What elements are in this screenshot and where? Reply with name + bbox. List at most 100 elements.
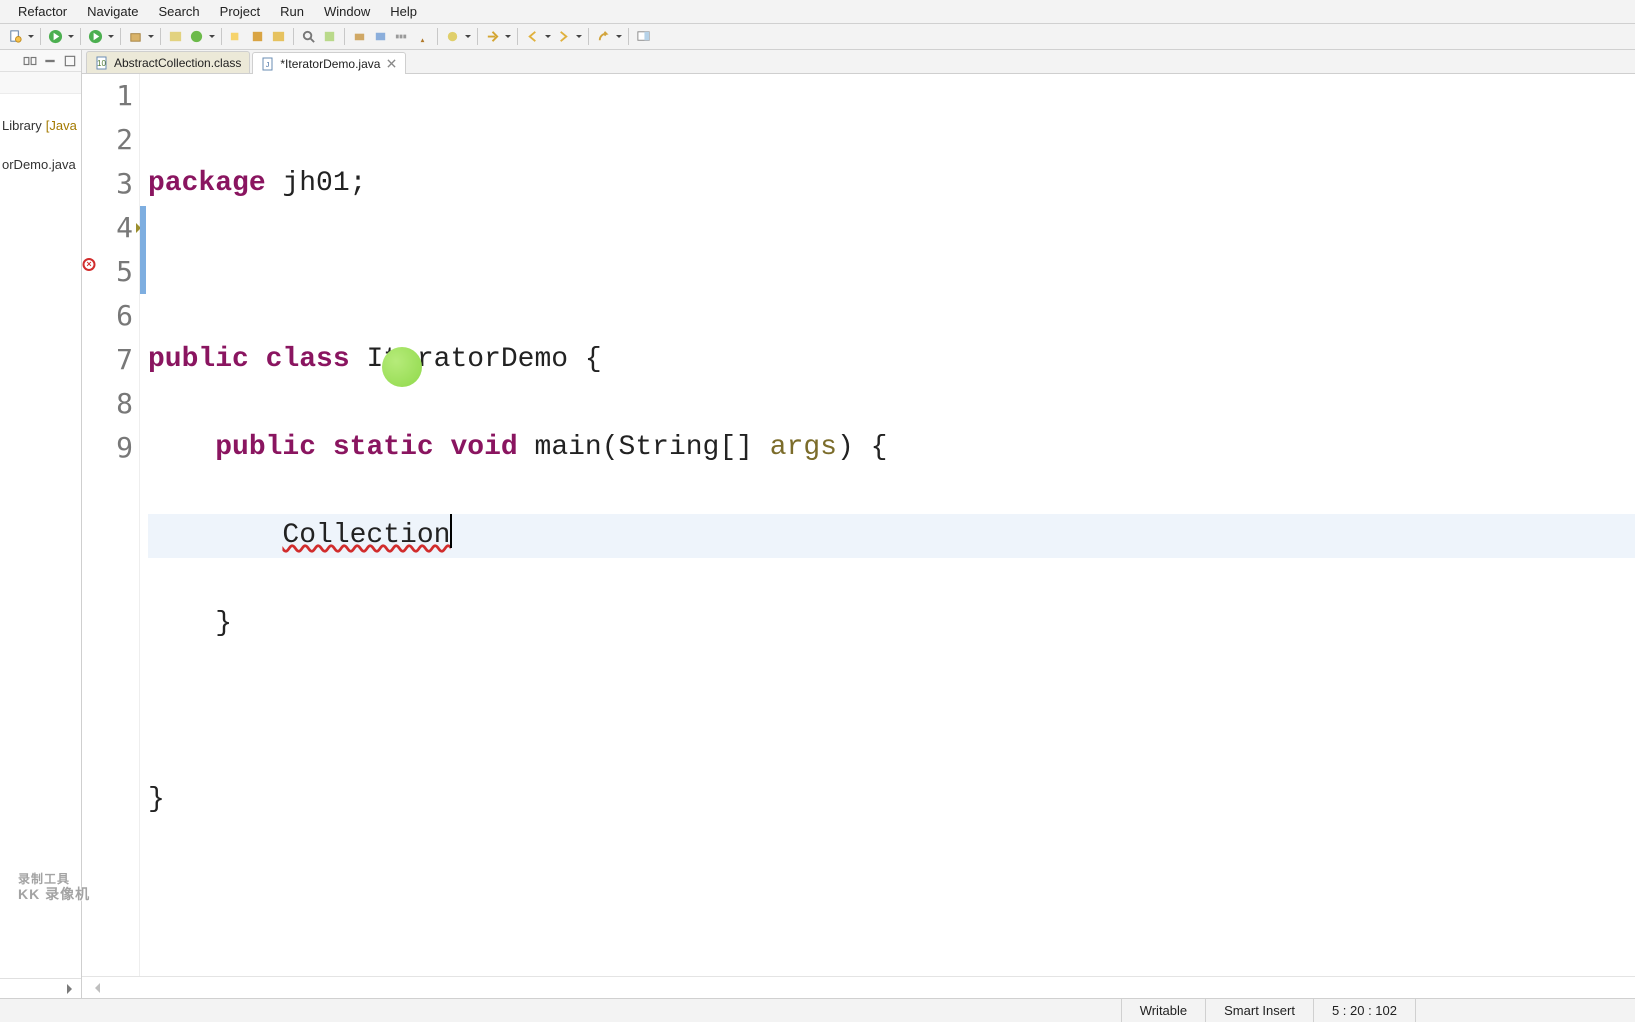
status-insert-mode[interactable]: Smart Insert	[1205, 999, 1313, 1022]
menu-refactor[interactable]: Refactor	[8, 1, 77, 22]
step-button[interactable]	[483, 27, 502, 46]
java-file-icon: J	[261, 57, 275, 71]
toolbar-separator	[80, 28, 81, 45]
status-cursor-position: 5 : 20 : 102	[1313, 999, 1415, 1022]
link-with-editor-icon[interactable]	[23, 54, 37, 68]
toolbar-separator	[120, 28, 121, 45]
new-class-button[interactable]	[166, 27, 185, 46]
nav-back-dropdown[interactable]	[544, 27, 552, 46]
line-number-gutter[interactable]: 1 2 3 4 5 6 7 8 9	[96, 74, 140, 976]
package-explorer: Library [Java orDemo.java	[0, 50, 82, 998]
tab-abstract-collection[interactable]: 10 AbstractCollection.class	[86, 51, 250, 73]
scroll-left-icon	[90, 983, 100, 993]
change-marker	[140, 206, 146, 294]
code-text: }	[148, 608, 232, 639]
new-package-dropdown[interactable]	[147, 27, 155, 46]
code-text	[148, 520, 282, 551]
code-area[interactable]: package jh01; public class IteratorDemo …	[140, 74, 1635, 976]
status-writable[interactable]: Writable	[1121, 999, 1205, 1022]
cursor-highlight-dot	[382, 347, 422, 387]
scroll-right-icon	[67, 984, 77, 994]
main-toolbar	[0, 24, 1635, 50]
package-explorer-scroll[interactable]	[0, 978, 81, 998]
tab-label: AbstractCollection.class	[114, 56, 241, 70]
debug-run-dropdown[interactable]	[107, 27, 115, 46]
keyword: public	[215, 432, 316, 463]
skip-breakpoints-dropdown[interactable]	[464, 27, 472, 46]
code-editor[interactable]: 1 2 3 4 5 6 7 8 9 package jh01; public c…	[82, 74, 1635, 976]
nav-fwd-button[interactable]	[554, 27, 573, 46]
keyword: public	[148, 344, 249, 375]
parameter: args	[770, 432, 837, 463]
code-text: main(String[]	[518, 432, 770, 463]
print-button[interactable]	[350, 27, 369, 46]
new-dropdown[interactable]	[27, 27, 35, 46]
skip-breakpoints-button[interactable]	[443, 27, 462, 46]
tree-item-decorator: [Java	[46, 118, 77, 133]
menu-navigate[interactable]: Navigate	[77, 1, 148, 22]
open-resource-button[interactable]	[269, 27, 288, 46]
minimize-icon[interactable]	[43, 54, 57, 68]
toggle-breadcrumb-button[interactable]	[392, 27, 411, 46]
nav-fwd-dropdown[interactable]	[575, 27, 583, 46]
menu-project[interactable]: Project	[210, 1, 270, 22]
tab-iterator-demo[interactable]: J *IteratorDemo.java	[252, 52, 406, 74]
debug-run-button[interactable]	[86, 27, 105, 46]
toolbar-separator	[628, 28, 629, 45]
menu-help[interactable]: Help	[380, 1, 427, 22]
package-explorer-toolbar	[0, 72, 81, 94]
marker-ruler[interactable]	[82, 74, 96, 976]
new-button[interactable]	[6, 27, 25, 46]
tree-library-node[interactable]: Library [Java	[0, 98, 79, 137]
open-type-button[interactable]	[227, 27, 246, 46]
nav-back-button[interactable]	[523, 27, 542, 46]
editor-horizontal-scroll[interactable]	[82, 976, 1635, 998]
menu-search[interactable]: Search	[148, 1, 209, 22]
run-button[interactable]	[46, 27, 65, 46]
toolbar-separator	[437, 28, 438, 45]
run-dropdown[interactable]	[67, 27, 75, 46]
search-button[interactable]	[299, 27, 318, 46]
text-caret	[450, 514, 452, 548]
status-bar: Writable Smart Insert 5 : 20 : 102	[0, 998, 1635, 1022]
line-number: 8	[96, 382, 133, 426]
last-edit-dropdown[interactable]	[615, 27, 623, 46]
tree-file-node[interactable]: orDemo.java	[0, 137, 79, 176]
package-explorer-header	[0, 50, 81, 72]
open-task-button[interactable]	[248, 27, 267, 46]
build-button[interactable]	[371, 27, 390, 46]
error-marker-icon[interactable]	[83, 258, 96, 271]
keyword: package	[148, 168, 266, 199]
new-interface-button[interactable]	[187, 27, 206, 46]
last-edit-button[interactable]	[594, 27, 613, 46]
code-text: }	[148, 784, 165, 815]
close-icon[interactable]	[385, 58, 397, 70]
change-ruler	[140, 74, 146, 976]
menu-window[interactable]: Window	[314, 1, 380, 22]
new-interface-dropdown[interactable]	[208, 27, 216, 46]
step-dropdown[interactable]	[504, 27, 512, 46]
package-explorer-tree[interactable]: Library [Java orDemo.java	[0, 94, 81, 978]
line-number: 7	[96, 338, 133, 382]
menu-run[interactable]: Run	[270, 1, 314, 22]
toggle-mark-button[interactable]	[320, 27, 339, 46]
keyword: class	[266, 344, 350, 375]
keyword: void	[451, 432, 518, 463]
svg-text:J: J	[266, 62, 270, 69]
editor-area: 10 AbstractCollection.class J *IteratorD…	[82, 50, 1635, 998]
line-number: 2	[96, 118, 133, 162]
perspective-button[interactable]	[634, 27, 653, 46]
maximize-icon[interactable]	[63, 54, 77, 68]
new-package-button[interactable]	[126, 27, 145, 46]
line-number: 1	[96, 74, 133, 118]
svg-text:10: 10	[97, 59, 106, 68]
classfile-icon: 10	[95, 56, 109, 70]
pin-button[interactable]	[413, 27, 432, 46]
tab-label: *IteratorDemo.java	[280, 57, 380, 71]
watermark-line2: KK 录像机	[18, 887, 90, 902]
toolbar-separator	[293, 28, 294, 45]
toolbar-separator	[477, 28, 478, 45]
line-number: 3	[96, 162, 133, 206]
menubar: Refactor Navigate Search Project Run Win…	[0, 0, 1635, 24]
editor-tabs: 10 AbstractCollection.class J *IteratorD…	[82, 50, 1635, 74]
